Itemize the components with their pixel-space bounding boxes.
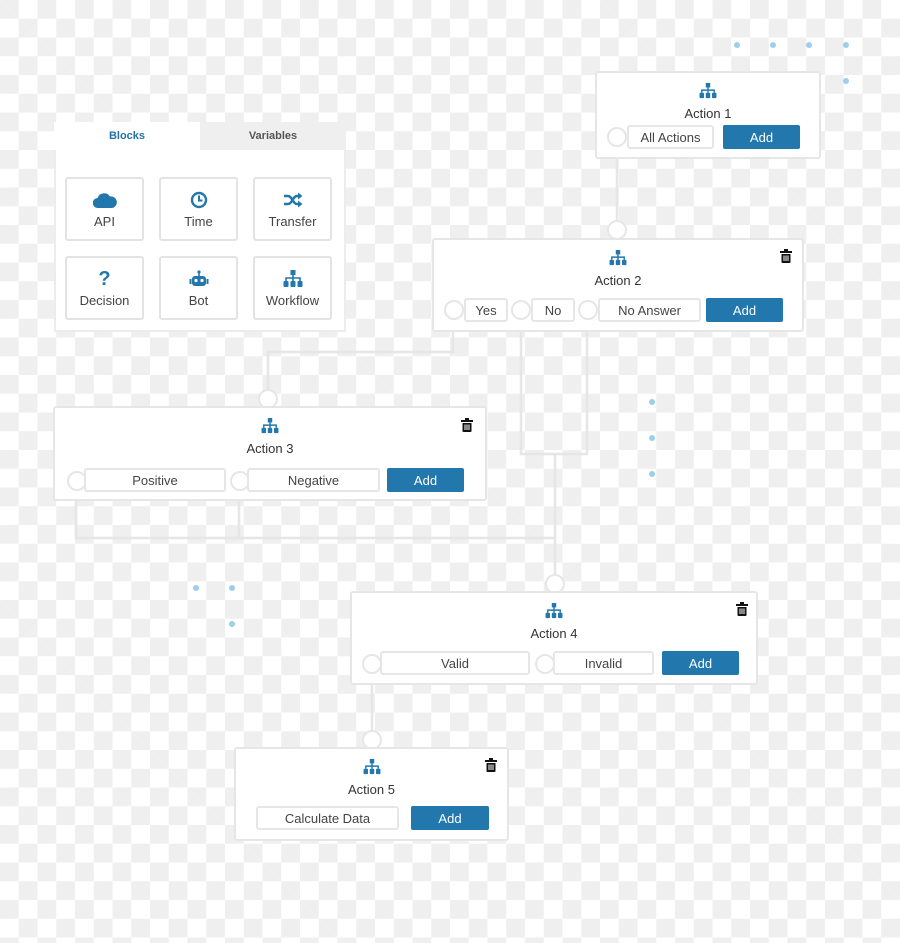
action-title: Action 2 bbox=[594, 273, 642, 288]
robot-icon bbox=[189, 269, 209, 289]
action-card-1[interactable]: Action 1 All Actions Add bbox=[595, 71, 821, 159]
trash-icon[interactable] bbox=[736, 602, 748, 616]
option-no[interactable]: No bbox=[531, 298, 575, 322]
decor-dot bbox=[229, 621, 235, 627]
option-no-answer[interactable]: No Answer bbox=[598, 298, 701, 322]
question-icon: ? bbox=[98, 267, 111, 290]
output-port[interactable] bbox=[607, 127, 627, 147]
decor-dot bbox=[649, 399, 655, 405]
block-label: Workflow bbox=[265, 292, 320, 308]
clock-icon bbox=[190, 190, 208, 210]
option-yes[interactable]: Yes bbox=[464, 298, 508, 322]
add-button[interactable]: Add bbox=[411, 806, 489, 830]
connector-no-noanswer-to-action4 bbox=[519, 308, 589, 582]
block-transfer[interactable]: Transfer bbox=[253, 177, 332, 241]
decor-dot bbox=[734, 42, 740, 48]
cloud-icon bbox=[92, 190, 117, 210]
output-port[interactable] bbox=[578, 300, 598, 320]
tab-blocks[interactable]: Blocks bbox=[54, 122, 200, 150]
block-api[interactable]: API bbox=[65, 177, 144, 241]
output-port[interactable] bbox=[362, 654, 382, 674]
decor-dot bbox=[229, 585, 235, 591]
block-bot[interactable]: Bot bbox=[159, 256, 238, 320]
add-button[interactable]: Add bbox=[706, 298, 783, 322]
action-title: Action 3 bbox=[246, 441, 294, 456]
action-card-2[interactable]: Action 2 Yes No No Answer Add bbox=[432, 238, 804, 332]
add-button[interactable]: Add bbox=[387, 468, 464, 492]
action-card-3[interactable]: Action 3 Positive Negative Add bbox=[53, 406, 487, 501]
palette-tabs: Blocks Variables bbox=[54, 122, 346, 150]
output-port[interactable] bbox=[535, 654, 555, 674]
sitemap-icon bbox=[363, 759, 381, 780]
trash-icon[interactable] bbox=[780, 249, 792, 263]
block-label: Transfer bbox=[268, 213, 317, 229]
action-title: Action 5 bbox=[348, 782, 395, 797]
sitemap-icon bbox=[261, 418, 279, 439]
decor-dot bbox=[843, 78, 849, 84]
block-time[interactable]: Time bbox=[159, 177, 238, 241]
block-decision[interactable]: ? Decision bbox=[65, 256, 144, 320]
add-button[interactable]: Add bbox=[662, 651, 739, 675]
action-title: Action 4 bbox=[530, 626, 578, 641]
output-port[interactable] bbox=[444, 300, 464, 320]
output-port[interactable] bbox=[511, 300, 531, 320]
block-workflow[interactable]: Workflow bbox=[253, 256, 332, 320]
block-label: Bot bbox=[188, 292, 209, 308]
sitemap-icon bbox=[609, 250, 627, 271]
decor-dot bbox=[649, 435, 655, 441]
sitemap-icon bbox=[699, 83, 717, 104]
shuffle-icon bbox=[283, 190, 303, 210]
trash-icon[interactable] bbox=[461, 418, 473, 432]
action-title: Action 1 bbox=[684, 106, 732, 121]
option-positive[interactable]: Positive bbox=[84, 468, 226, 492]
add-button[interactable]: Add bbox=[723, 125, 800, 149]
option-calculate-data[interactable]: Calculate Data bbox=[256, 806, 399, 830]
sitemap-icon bbox=[283, 269, 303, 289]
trash-icon[interactable] bbox=[485, 758, 497, 772]
input-port-action-2[interactable] bbox=[607, 220, 627, 240]
decor-dot bbox=[649, 471, 655, 477]
sitemap-icon bbox=[545, 603, 563, 624]
decor-dot bbox=[193, 585, 199, 591]
action-card-5[interactable]: Action 5 Calculate Data Add bbox=[234, 747, 509, 841]
action-card-4[interactable]: Action 4 Valid Invalid Add bbox=[350, 591, 758, 685]
option-valid[interactable]: Valid bbox=[380, 651, 530, 675]
tab-variables[interactable]: Variables bbox=[200, 122, 346, 150]
decor-dot bbox=[843, 42, 849, 48]
decor-dot bbox=[770, 42, 776, 48]
block-label: Time bbox=[184, 213, 213, 229]
block-palette: Blocks Variables API Time Transfer ? Dec… bbox=[54, 122, 346, 332]
option-negative[interactable]: Negative bbox=[247, 468, 380, 492]
option-invalid[interactable]: Invalid bbox=[553, 651, 654, 675]
option-all-actions[interactable]: All Actions bbox=[627, 125, 714, 149]
block-label: API bbox=[94, 213, 115, 229]
block-label: Decision bbox=[79, 292, 130, 308]
decor-dot bbox=[806, 42, 812, 48]
